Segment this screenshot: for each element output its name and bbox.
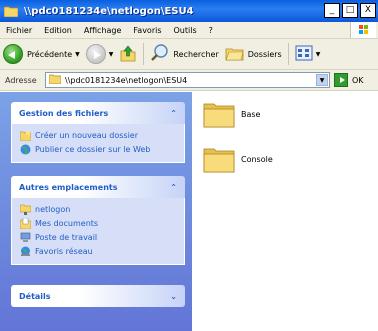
search-icon bbox=[150, 43, 170, 65]
other-places-header[interactable]: Autres emplacements ⌃ bbox=[11, 176, 185, 198]
toolbar-separator bbox=[287, 43, 289, 65]
up-folder-button[interactable] bbox=[116, 42, 140, 66]
views-icon bbox=[295, 45, 313, 63]
folders-label: Dossiers bbox=[247, 49, 282, 59]
menu-help[interactable]: ? bbox=[203, 26, 219, 35]
address-label: Adresse bbox=[5, 75, 37, 85]
link-label: Poste de travail bbox=[35, 232, 98, 242]
documents-folder-icon bbox=[19, 217, 32, 229]
folder-name: Console bbox=[241, 154, 273, 164]
menu-outils[interactable]: Outils bbox=[168, 26, 203, 35]
windows-logo-icon bbox=[350, 22, 376, 38]
forward-button[interactable]: ▼ bbox=[83, 42, 117, 66]
close-button[interactable]: X bbox=[360, 3, 376, 18]
collapse-chevron-icon[interactable]: ⌃ bbox=[170, 109, 177, 118]
title-bar[interactable]: \\pdc0181234e\netlogon\ESU4 _ □ X bbox=[0, 0, 378, 22]
expand-chevron-icon[interactable]: ⌄ bbox=[170, 292, 177, 301]
network-globe-icon bbox=[20, 246, 31, 257]
folder-item[interactable]: Console bbox=[203, 145, 273, 173]
place-netlogon[interactable]: netlogon bbox=[19, 202, 176, 216]
new-folder-icon bbox=[19, 130, 32, 141]
menu-bar: Fichier Edition Affichage Favoris Outils… bbox=[0, 22, 378, 39]
file-tasks-header[interactable]: Gestion des fichiers ⌃ bbox=[11, 102, 185, 124]
views-button[interactable]: ▼ bbox=[292, 42, 324, 66]
file-list: Base Console bbox=[192, 92, 378, 331]
folders-icon bbox=[225, 44, 245, 64]
link-label: Mes documents bbox=[35, 218, 99, 228]
details-header[interactable]: Détails ⌄ bbox=[11, 285, 185, 307]
network-folder-icon bbox=[19, 204, 32, 215]
link-label: Favoris réseau bbox=[35, 246, 93, 256]
maximize-button[interactable]: □ bbox=[342, 3, 358, 18]
folder-icon bbox=[203, 145, 235, 173]
folder-item[interactable]: Base bbox=[203, 100, 260, 128]
panel-title: Autres emplacements bbox=[19, 182, 118, 192]
panel-title: Gestion des fichiers bbox=[19, 108, 109, 118]
chevron-down-icon: ▼ bbox=[108, 50, 114, 58]
go-arrow-icon bbox=[334, 73, 348, 87]
computer-icon bbox=[20, 232, 31, 243]
toolbar-separator bbox=[143, 43, 145, 65]
new-folder-link[interactable]: Créer un nouveau dossier bbox=[19, 128, 176, 142]
menu-fichier[interactable]: Fichier bbox=[0, 26, 38, 35]
toolbar: Précédente ▼ ▼ Rechercher Dossiers ▼ bbox=[0, 39, 378, 70]
back-button[interactable]: Précédente ▼ bbox=[0, 42, 83, 66]
back-label: Précédente bbox=[27, 49, 73, 59]
go-label: OK bbox=[352, 75, 364, 85]
link-label: Créer un nouveau dossier bbox=[35, 130, 139, 140]
address-dropdown-icon[interactable]: ▼ bbox=[316, 74, 328, 86]
place-my-documents[interactable]: Mes documents bbox=[19, 216, 176, 230]
link-label: netlogon bbox=[35, 204, 71, 214]
back-arrow-icon bbox=[3, 44, 23, 64]
panel-title: Détails bbox=[19, 291, 51, 301]
link-label: Publier ce dossier sur le Web bbox=[35, 144, 151, 154]
other-places-body: netlogon Mes documents Poste de travail … bbox=[11, 198, 185, 265]
details-panel: Détails ⌄ bbox=[11, 285, 185, 307]
menu-favoris[interactable]: Favoris bbox=[127, 26, 167, 35]
address-input[interactable]: \\pdc0181234e\netlogon\ESU4 ▼ bbox=[45, 72, 330, 88]
search-label: Rechercher bbox=[173, 49, 219, 59]
menu-affichage[interactable]: Affichage bbox=[78, 26, 128, 35]
address-value: \\pdc0181234e\netlogon\ESU4 bbox=[65, 75, 188, 85]
chevron-down-icon: ▼ bbox=[315, 50, 321, 58]
file-tasks-panel: Gestion des fichiers ⌃ Créer un nouveau … bbox=[11, 102, 185, 163]
place-my-computer[interactable]: Poste de travail bbox=[20, 230, 176, 244]
task-pane: Gestion des fichiers ⌃ Créer un nouveau … bbox=[0, 92, 192, 331]
search-button[interactable]: Rechercher bbox=[147, 42, 221, 66]
menu-edition[interactable]: Edition bbox=[38, 26, 78, 35]
window-title: \\pdc0181234e\netlogon\ESU4 bbox=[24, 5, 194, 17]
go-button[interactable]: OK bbox=[334, 73, 364, 87]
folder-icon bbox=[3, 5, 19, 18]
folder-name: Base bbox=[241, 109, 261, 119]
folder-icon bbox=[48, 74, 62, 86]
forward-arrow-icon bbox=[85, 44, 106, 64]
chevron-down-icon: ▼ bbox=[75, 50, 80, 58]
address-bar: Adresse \\pdc0181234e\netlogon\ESU4 ▼ OK bbox=[0, 70, 378, 91]
place-network[interactable]: Favoris réseau bbox=[20, 244, 176, 258]
file-tasks-body: Créer un nouveau dossier Publier ce doss… bbox=[11, 124, 185, 163]
globe-icon bbox=[20, 144, 31, 155]
minimize-button[interactable]: _ bbox=[324, 3, 340, 18]
folders-button[interactable]: Dossiers bbox=[222, 42, 285, 66]
publish-web-link[interactable]: Publier ce dossier sur le Web bbox=[20, 142, 176, 156]
folder-icon bbox=[203, 100, 235, 128]
collapse-chevron-icon[interactable]: ⌃ bbox=[170, 183, 177, 192]
other-places-panel: Autres emplacements ⌃ netlogon Mes docum… bbox=[11, 176, 185, 265]
up-folder-icon bbox=[119, 45, 137, 63]
